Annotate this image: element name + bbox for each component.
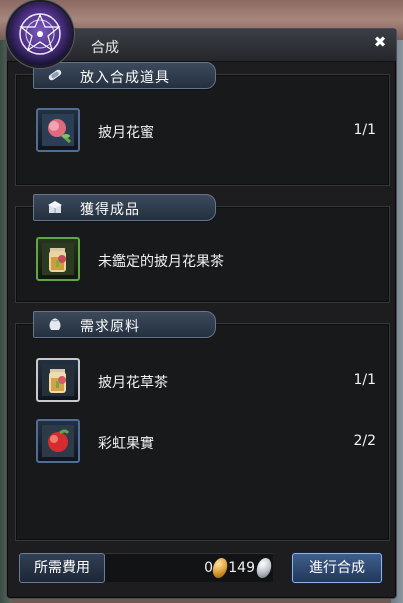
input-section: 放入合成道具 披月花蜜 1/1 xyxy=(15,62,390,186)
window-title: 合成 xyxy=(91,40,119,56)
item-quantity: 2/2 xyxy=(353,433,376,449)
list-item[interactable]: 披月花蜜 1/1 xyxy=(36,108,376,154)
crafting-emblem-icon xyxy=(8,2,72,66)
footer-bar: 所需費用 0 149 進行合成 xyxy=(7,549,396,598)
item-slot[interactable] xyxy=(36,108,80,152)
scroll-icon xyxy=(46,66,64,84)
item-quantity: 1/1 xyxy=(353,122,376,138)
box-icon xyxy=(46,198,64,216)
pouch-icon xyxy=(46,315,64,333)
item-slot[interactable] xyxy=(36,419,80,463)
section-title: 獲得成品 xyxy=(80,202,140,218)
result-section-header: 獲得成品 xyxy=(33,194,216,221)
close-icon[interactable]: ✖ xyxy=(372,34,388,50)
silver-amount: 149 xyxy=(228,560,255,576)
item-name: 未鑑定的披月花果茶 xyxy=(98,254,224,270)
silver-coin-icon xyxy=(255,558,273,578)
fee-label-button: 所需費用 xyxy=(19,553,105,583)
craft-button[interactable]: 進行合成 xyxy=(292,553,382,583)
list-item[interactable]: 披月花草茶 1/1 xyxy=(36,358,376,404)
section-title: 需求原料 xyxy=(80,319,140,335)
item-name: 披月花草茶 xyxy=(98,375,168,391)
result-section: 獲得成品 未鑑定的披月花果茶 xyxy=(15,194,390,303)
item-name: 彩虹果實 xyxy=(98,436,154,452)
herb-tea-jar-icon xyxy=(42,364,74,396)
crafting-window: 合成 ✖ 放入合成道具 披月花蜜 1/1 獲得成品 未鑑定的披月花果茶 需求原料… xyxy=(6,28,397,599)
item-quantity: 1/1 xyxy=(353,372,376,388)
gold-coin-icon xyxy=(211,558,229,578)
list-item[interactable]: 彩虹果實 2/2 xyxy=(36,419,376,465)
section-title: 放入合成道具 xyxy=(80,70,170,86)
fruit-tea-jar-icon xyxy=(42,243,74,275)
materials-section: 需求原料 披月花草茶 1/1 彩虹果實 2/2 xyxy=(15,311,390,541)
input-section-header: 放入合成道具 xyxy=(33,62,216,89)
rainbow-fruit-icon xyxy=(42,425,74,457)
item-name: 披月花蜜 xyxy=(98,125,154,141)
flower-honey-icon xyxy=(42,114,74,146)
gold-amount: 0 xyxy=(204,560,213,576)
materials-section-header: 需求原料 xyxy=(33,311,216,338)
cost-display: 0 149 xyxy=(105,553,273,582)
list-item[interactable]: 未鑑定的披月花果茶 xyxy=(36,237,376,283)
item-slot[interactable] xyxy=(36,358,80,402)
item-slot[interactable] xyxy=(36,237,80,281)
